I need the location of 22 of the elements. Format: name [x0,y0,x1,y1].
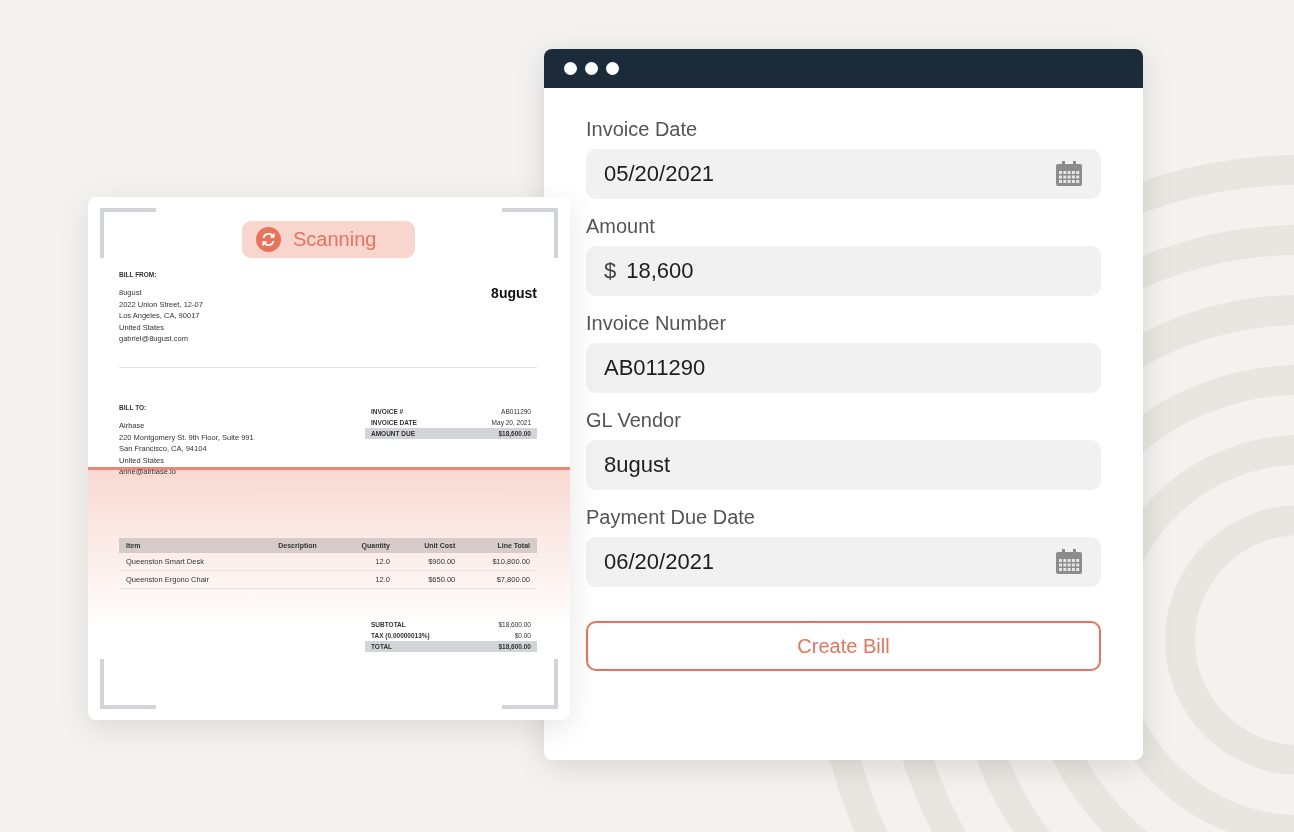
input-field[interactable]: AB011290 [586,343,1101,393]
field-label: Invoice Number [586,312,728,335]
window-control[interactable] [606,62,619,75]
frame-corner [502,208,558,258]
calendar-icon[interactable] [1055,549,1083,575]
input-field[interactable]: 06/20/2021 [586,537,1101,587]
field-label: Amount [586,215,656,238]
field-label: Invoice Date [586,118,699,141]
input-field[interactable]: 8ugust [586,440,1101,490]
field-label: GL Vendor [586,409,682,432]
frame-corner [100,208,156,258]
field-label: Payment Due Date [586,506,756,529]
refresh-icon [256,227,281,252]
input-field[interactable]: $ 18,600 [586,246,1101,296]
vendor-logo: 8ugust [491,285,537,303]
frame-corner [502,659,558,709]
scanning-badge: Scanning [242,221,415,258]
calendar-icon[interactable] [1055,161,1083,187]
frame-corner [100,659,156,709]
window-control[interactable] [585,62,598,75]
input-field[interactable]: 05/20/2021 [586,149,1101,199]
window-control[interactable] [564,62,577,75]
